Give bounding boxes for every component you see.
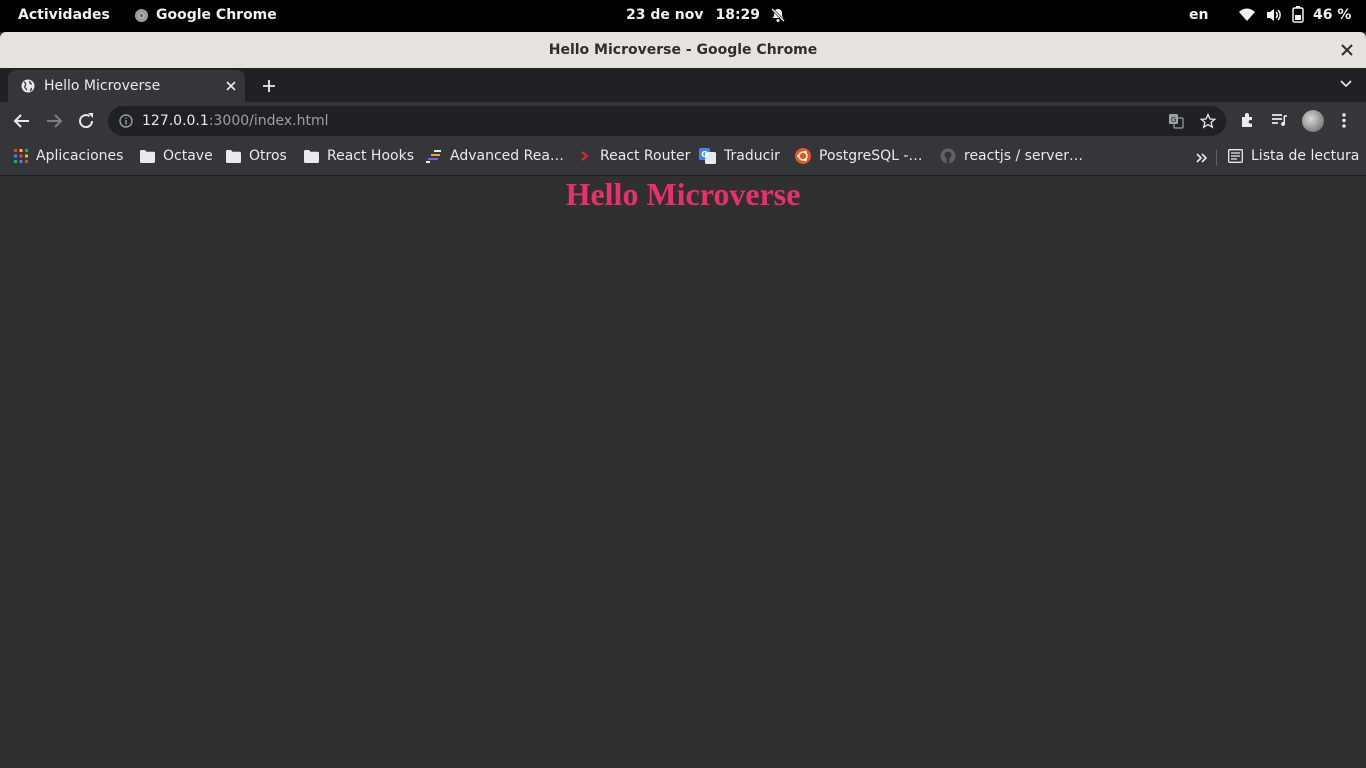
apps-grid-icon [14, 149, 28, 163]
battery-icon [1292, 6, 1304, 23]
reload-icon[interactable] [77, 112, 95, 130]
bookmark-react-router[interactable]: React Router [578, 148, 690, 164]
window-title-bar[interactable]: Hello Microverse - Google Chrome [0, 32, 1366, 68]
more-bookmarks-chevron-icon[interactable] [1196, 153, 1208, 163]
bookmarks-divider [1216, 150, 1217, 166]
reading-list-icon [1228, 149, 1243, 163]
date-label: 23 de nov [626, 7, 704, 23]
bookmark-folder-otros[interactable]: Otros [226, 148, 287, 164]
folder-icon [304, 149, 319, 163]
bookmark-label: reactjs / server… [964, 148, 1083, 164]
bookmark-label: React Router [600, 148, 691, 164]
media-queue-icon[interactable] [1271, 112, 1288, 129]
folder-icon [226, 149, 241, 163]
bookmark-label: Advanced Rea… [450, 148, 564, 164]
reading-list-button[interactable]: Lista de lectura [1228, 148, 1359, 164]
page-heading: Hello Microverse [565, 176, 801, 212]
address-bar[interactable]: 127.0.0.1:3000/index.html G [108, 106, 1226, 136]
tab-hello-microverse[interactable]: Hello Microverse [8, 70, 245, 102]
time-label: 18:29 [715, 7, 761, 23]
clock[interactable]: 23 de nov 18:29 [626, 7, 786, 23]
site-info-icon[interactable] [119, 114, 133, 128]
ubuntu-icon [795, 148, 811, 164]
bookmark-label: React Hooks [327, 148, 414, 164]
forward-arrow-icon[interactable] [45, 112, 63, 130]
keyboard-layout[interactable]: en [1189, 7, 1208, 23]
system-menu[interactable]: 46 % [1238, 6, 1351, 23]
google-translate-icon: G [699, 148, 716, 164]
extensions-puzzle-icon[interactable] [1239, 112, 1256, 129]
tab-label: Hello Microverse [44, 78, 161, 94]
bookmark-label: Otros [249, 148, 287, 164]
volume-icon [1267, 8, 1281, 21]
system-top-bar: Actividades Google Chrome 23 de nov 18:2… [0, 0, 1366, 32]
bookmark-folder-react-hooks[interactable]: React Hooks [304, 148, 414, 164]
svg-text:G: G [701, 150, 708, 159]
bookmark-label: Octave [163, 148, 213, 164]
translate-icon[interactable]: G [1168, 113, 1184, 129]
bookmark-label: Aplicaciones [36, 148, 124, 164]
more-menu-icon[interactable] [1339, 112, 1349, 129]
chrome-icon [134, 8, 149, 22]
new-tab-icon[interactable] [261, 78, 277, 94]
tab-strip: Hello Microverse [0, 68, 1366, 102]
react-router-chevron-icon [581, 151, 589, 161]
bookmark-aplicaciones[interactable]: Aplicaciones [14, 148, 123, 164]
folder-icon [140, 149, 155, 163]
window-title: Hello Microverse - Google Chrome [548, 42, 818, 58]
globe-icon [21, 79, 35, 93]
profile-avatar[interactable] [1302, 110, 1324, 132]
url-path: :3000/index.html [208, 113, 329, 129]
close-tab-icon[interactable] [225, 80, 237, 92]
reading-list-label: Lista de lectura [1251, 148, 1360, 164]
app-menu[interactable]: Google Chrome [134, 7, 277, 23]
bookmark-folder-octave[interactable]: Octave [140, 148, 213, 164]
bookmarks-bar: Aplicaciones Octave Otros React Hooks Ad… [0, 140, 1366, 176]
bookmark-traducir[interactable]: G Traducir [699, 148, 780, 164]
close-window-icon[interactable] [1338, 41, 1356, 59]
url-host: 127.0.0.1 [142, 113, 209, 129]
bookmark-label: PostgreSQL -… [819, 148, 923, 164]
github-icon [940, 148, 956, 164]
bookmark-advanced-react[interactable]: Advanced Rea… [426, 148, 564, 164]
tab-search-chevron-icon[interactable] [1340, 80, 1352, 88]
bookmark-reactjs-server[interactable]: reactjs / server… [940, 148, 1083, 164]
activities-button[interactable]: Actividades [18, 7, 110, 23]
page-viewport: Hello Microverse [0, 176, 1366, 768]
app-name: Google Chrome [156, 7, 277, 23]
wifi-icon [1239, 8, 1255, 21]
browser-toolbar: 127.0.0.1:3000/index.html G [0, 102, 1366, 140]
bookmark-star-icon[interactable] [1200, 113, 1216, 129]
bookmark-postgresql[interactable]: PostgreSQL -… [795, 148, 922, 164]
back-arrow-icon[interactable] [13, 112, 31, 130]
notifications-off-icon [771, 8, 785, 22]
site-favicon-icon [426, 150, 441, 163]
svg-text:G: G [1171, 116, 1176, 124]
url-text[interactable]: 127.0.0.1:3000/index.html [142, 113, 329, 129]
bookmark-label: Traducir [724, 148, 780, 164]
battery-percentage: 46 % [1313, 6, 1352, 23]
